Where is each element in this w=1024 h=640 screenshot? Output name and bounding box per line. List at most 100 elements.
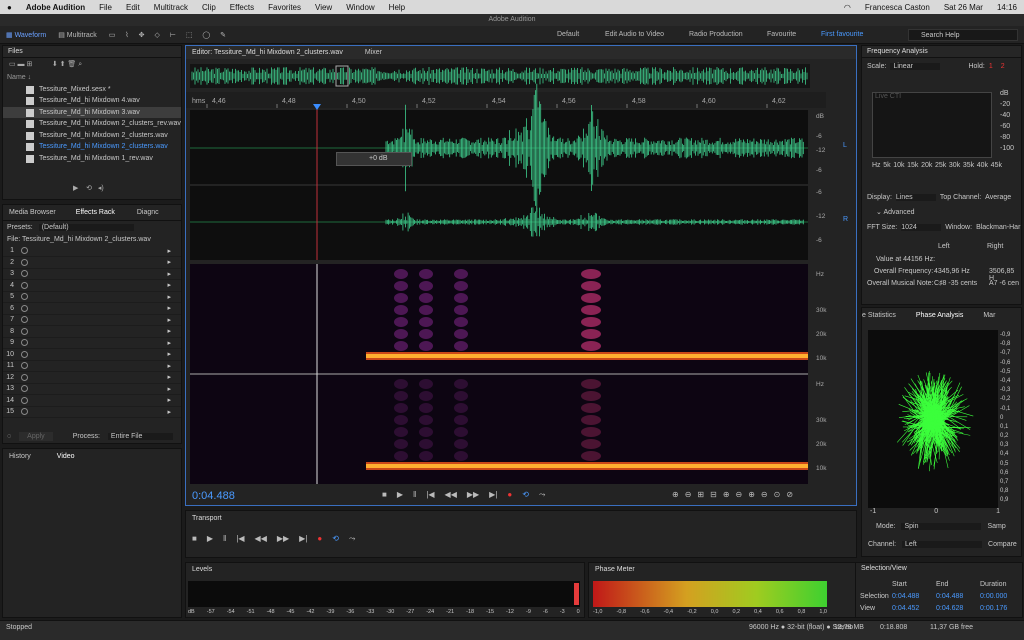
menu-effects[interactable]: Effects [230,3,254,12]
process-select[interactable]: Entire File [107,433,173,440]
power-icon[interactable] [21,350,28,358]
effect-slot[interactable]: 1 ▸ [3,246,181,257]
hold-1-button[interactable]: 1 [989,63,993,70]
top-channel-select[interactable]: Average [985,194,1011,201]
editor-tab[interactable]: Editor: Tessiture_Md_hi Mixdown 2_cluste… [192,49,343,56]
effect-slot[interactable]: 2 ▸ [3,257,181,269]
files-preview-controls[interactable]: ▶ ⟲ ◂) [73,184,104,192]
file-item[interactable]: Tessiture_Mixed.sesx * [3,84,181,96]
fft-select[interactable]: 1024 [901,224,942,231]
file-item[interactable]: Tessiture_Md_hi Mixdown 3.wav [3,106,181,118]
search-help-input[interactable]: Search Help [908,29,1018,41]
view-duration[interactable]: 0:00.176 [980,605,1007,612]
chevron-right-icon[interactable]: ▸ [167,362,171,370]
tool-icons[interactable]: ▭ ⌇ ✥ ◇ ⊢ ⬚ ◯ ✎ [103,29,236,41]
gain-hud[interactable]: +0 dB [336,152,412,166]
chevron-right-icon[interactable]: ▸ [167,247,171,255]
tab-markers[interactable]: Mar [983,312,995,319]
power-icon[interactable] [21,396,28,404]
power-icon[interactable] [21,362,28,370]
file-item[interactable]: Tessiture_Md_hi Mixdown 2_clusters_rev.w… [3,118,181,130]
power-icon[interactable] [21,247,28,255]
chevron-right-icon[interactable]: ▸ [167,408,171,416]
power-icon[interactable] [21,339,28,347]
zoom-controls[interactable]: ⊕⊖⊞⊟⊕⊖⊕⊖⊙⊘ [672,490,799,499]
chevron-right-icon[interactable]: ▸ [167,270,171,278]
effect-slot[interactable]: 5 ▸ [3,292,181,303]
channel-right-label[interactable]: R [843,216,848,223]
effect-slot[interactable]: 6 ▸ [3,303,181,315]
transport-buttons[interactable]: ■ ▶ ‖ |◀ ◀◀ ▶▶ ▶| ● ⟲ ⤳ [186,526,856,552]
power-icon[interactable] [21,327,28,335]
workspace-edit-audio-video[interactable]: Edit Audio to Video [605,31,664,38]
mode-select[interactable]: Spin [901,523,982,530]
workspace-radio-production[interactable]: Radio Production [689,31,743,38]
menu-help[interactable]: Help [389,3,405,12]
files-toolbar[interactable]: ▭ ▬ ⊞ ⬇ ⬆ 🗑 ⌕ [3,58,181,72]
menu-multitrack[interactable]: Multitrack [154,3,188,12]
chevron-right-icon[interactable]: ▸ [167,373,171,381]
waveform-button[interactable]: ▦ Waveform [0,29,52,41]
files-column-name[interactable]: Name ↓ [3,72,181,84]
menu-file[interactable]: File [99,3,112,12]
power-icon[interactable] [21,408,28,416]
effect-slot[interactable]: 7 ▸ [3,315,181,326]
selection-start[interactable]: 0:04.488 [892,593,919,600]
display-select[interactable]: Lines [895,194,936,201]
file-item[interactable]: Tessiture_Md_hi Mixdown 2_clusters.wav [3,130,181,142]
file-item[interactable]: Tessiture_Md_hi Mixdown 1_rev.wav [3,153,181,165]
workspace-favourite[interactable]: Favourite [767,31,796,38]
power-icon[interactable] [21,258,28,266]
channel-select[interactable]: Left [902,541,983,548]
advanced-toggle[interactable]: ⌄ Advanced [876,208,915,216]
file-item-active[interactable]: Tessiture_Md_hi Mixdown 2_clusters.wav [3,141,181,153]
editor-canvas[interactable]: hms 4,46 4,48 4,50 4,52 4,54 4,56 4,58 4,60 4,62 … [186,60,856,506]
power-icon[interactable] [21,385,28,393]
effect-slot[interactable]: 15 ▸ [3,407,181,418]
effect-slot[interactable]: 9 ▸ [3,338,181,349]
view-start[interactable]: 0:04.452 [892,605,919,612]
tab-history[interactable]: History [9,453,31,460]
power-icon[interactable] [21,316,28,324]
multitrack-button[interactable]: ▤ Multitrack [52,29,103,41]
chevron-right-icon[interactable]: ▸ [167,396,171,404]
chevron-right-icon[interactable]: ▸ [167,350,171,358]
view-end[interactable]: 0:04.628 [936,605,963,612]
apple-icon[interactable]: ● [7,3,12,12]
chevron-right-icon[interactable]: ▸ [167,281,171,289]
menu-window[interactable]: Window [346,3,374,12]
power-icon[interactable] [21,270,28,278]
window-select[interactable]: Blackman-Har [976,224,1020,231]
power-icon[interactable] [21,304,28,312]
effect-slot[interactable]: 12 ▸ [3,372,181,384]
selection-end[interactable]: 0:04.488 [936,593,963,600]
presets-select[interactable]: (Default) [38,224,134,231]
effect-slot[interactable]: 13 ▸ [3,384,181,395]
power-icon[interactable]: ◌ [7,433,11,440]
app-name[interactable]: Adobe Audition [26,3,85,12]
effect-slot[interactable]: 3 ▸ [3,269,181,280]
effect-slot[interactable]: 11 ▸ [3,361,181,372]
chevron-right-icon[interactable]: ▸ [167,293,171,301]
workspace-default[interactable]: Default [557,31,579,38]
editor-transport[interactable]: ■ ▶ ‖ |◀ ◀◀ ▶▶ ▶| ● ⟲ ⤳ [382,490,555,500]
chevron-right-icon[interactable]: ▸ [167,327,171,335]
scale-select[interactable]: Linear [890,62,941,70]
tab-statistics[interactable]: e Statistics [862,312,896,319]
workspace-first-favourite[interactable]: First favourite [821,31,863,38]
chevron-right-icon[interactable]: ▸ [167,316,171,324]
chevron-right-icon[interactable]: ▸ [167,385,171,393]
tab-media-browser[interactable]: Media Browser [9,209,56,216]
chevron-right-icon[interactable]: ▸ [167,258,171,266]
selection-duration[interactable]: 0:00.000 [980,593,1007,600]
menu-clip[interactable]: Clip [202,3,216,12]
tab-phase-analysis[interactable]: Phase Analysis [916,312,963,319]
effect-slot[interactable]: 14 ▸ [3,395,181,407]
mixer-tab[interactable]: Mixer [365,49,382,56]
tab-video[interactable]: Video [57,453,75,460]
apply-button[interactable]: Apply [19,432,53,441]
effect-slot[interactable]: 4 ▸ [3,280,181,292]
menu-edit[interactable]: Edit [126,3,140,12]
menu-view[interactable]: View [315,3,332,12]
wifi-icon[interactable]: ◠ [844,3,851,12]
